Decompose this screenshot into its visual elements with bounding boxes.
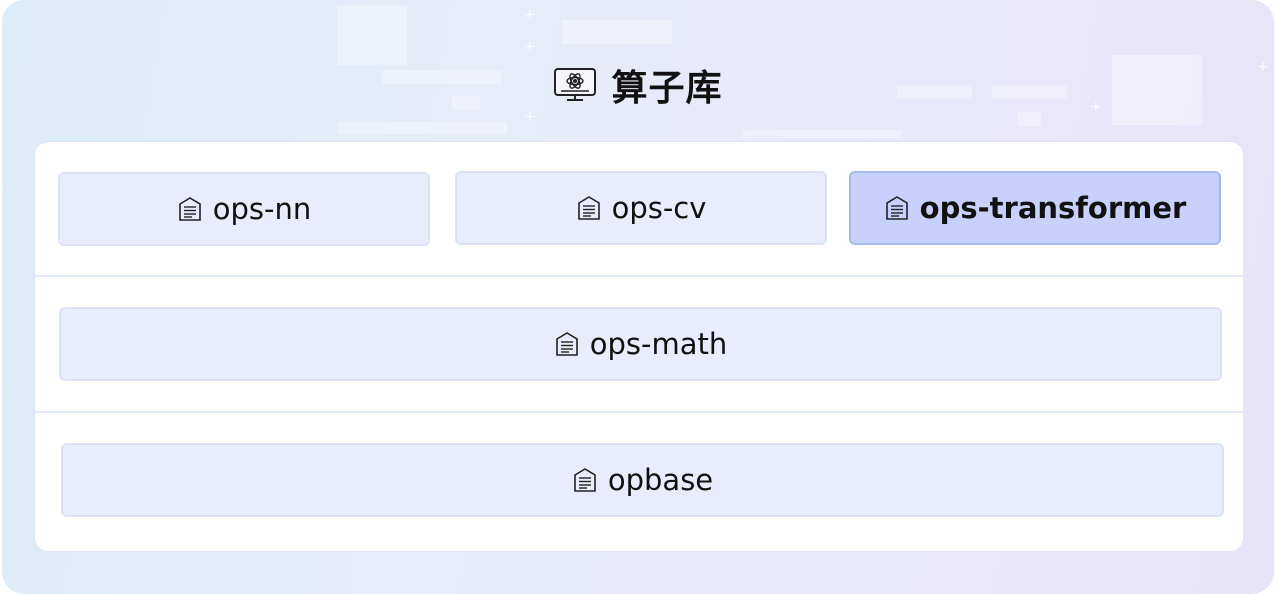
chip-label: opbase: [607, 463, 714, 497]
document-icon: [572, 466, 598, 494]
operator-list-card: ops-nn ops-cv ops-transformer ops-math o…: [34, 141, 1244, 552]
row-divider: [35, 275, 1243, 277]
sparkle-icon: +: [524, 109, 536, 125]
decorative-block: [742, 130, 902, 138]
decorative-block: [1017, 112, 1041, 126]
chip-ops-cv[interactable]: ops-cv: [455, 171, 827, 245]
chip-label: ops-math: [589, 327, 728, 361]
row-divider: [35, 411, 1243, 413]
chip-ops-nn[interactable]: ops-nn: [58, 172, 430, 246]
chip-label: ops-transformer: [919, 191, 1187, 225]
panel-title: 算子库: [611, 68, 723, 109]
operator-library-panel: + + + + + 算子库 ops-nn ops-cv ops-transfor…: [2, 0, 1274, 594]
sparkle-icon: +: [524, 7, 536, 23]
decorative-block: [337, 122, 507, 134]
operator-library-icon: [553, 67, 597, 103]
document-icon: [554, 330, 580, 358]
panel-header: 算子库: [2, 60, 1274, 110]
sparkle-icon: +: [524, 39, 536, 55]
document-icon: [177, 195, 203, 223]
chip-label: ops-cv: [611, 191, 707, 225]
document-icon: [576, 194, 602, 222]
chip-ops-math[interactable]: ops-math: [59, 307, 1222, 381]
chip-ops-transformer[interactable]: ops-transformer: [849, 171, 1221, 245]
decorative-block: [337, 5, 407, 65]
chip-opbase[interactable]: opbase: [61, 443, 1224, 517]
decorative-block: [562, 20, 672, 44]
document-icon: [884, 194, 910, 222]
chip-label: ops-nn: [212, 192, 312, 226]
